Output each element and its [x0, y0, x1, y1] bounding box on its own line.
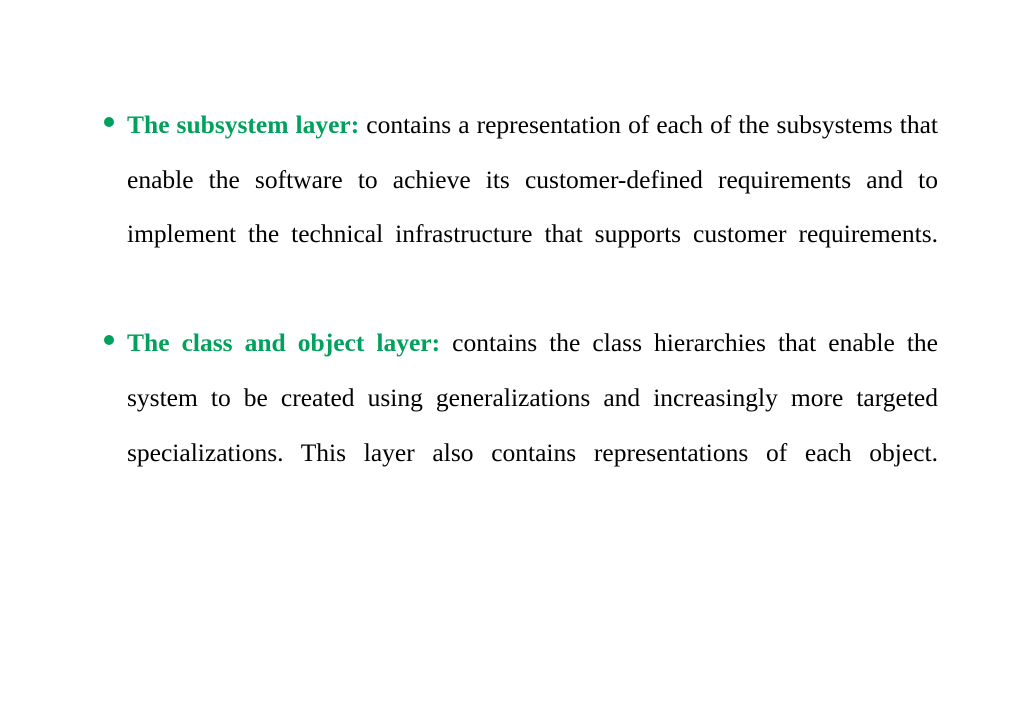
list-item: The class and object layer: contains the… [104, 316, 938, 534]
slide-canvas: The subsystem layer: contains a represen… [0, 0, 1024, 724]
bullet-paragraph: The class and object layer: contains the… [127, 316, 938, 534]
bullet-dot-icon [104, 335, 114, 346]
bullet-lead-label: The class and object layer: [127, 328, 441, 358]
bullet-lead-label: The subsystem layer: [127, 110, 360, 139]
list-item: The subsystem layer: contains a represen… [104, 98, 938, 316]
bullet-paragraph: The subsystem layer: contains a represen… [127, 98, 938, 316]
bullet-list: The subsystem layer: contains a represen… [104, 98, 938, 535]
bullet-dot-icon [104, 117, 114, 127]
